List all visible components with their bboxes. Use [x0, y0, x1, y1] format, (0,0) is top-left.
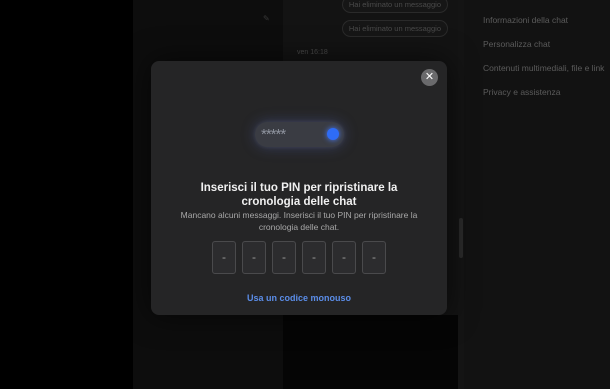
pin-digit-field[interactable]: - [272, 241, 296, 274]
use-one-time-code-link[interactable]: Usa un codice monouso [151, 293, 447, 303]
message-timestamp: ven 16:18 [297, 49, 328, 56]
pin-illustration-icon: ***** [255, 122, 344, 147]
dialog-description: Mancano alcuni messaggi. Inserisci il tu… [180, 210, 418, 232]
pin-restore-dialog: ✕ ***** Inserisci il tuo PIN per riprist… [151, 61, 447, 315]
message-bubble: Hai eliminato un messaggio [341, 20, 448, 37]
panel-item-privacy[interactable]: Privacy e assistenza [483, 87, 560, 97]
chat-details-panel: Informazioni della chat Personalizza cha… [464, 0, 610, 389]
close-icon[interactable]: ✕ [421, 69, 438, 86]
panel-item-media[interactable]: Contenuti multimediali, file e link [483, 63, 604, 73]
pin-cursor-dot [327, 128, 339, 140]
pin-digit-field[interactable]: - [242, 241, 266, 274]
dialog-title: Inserisci il tuo PIN per ripristinare la… [200, 182, 398, 208]
pin-digit-field[interactable]: - [362, 241, 386, 274]
left-rail [0, 0, 133, 389]
masked-pin-text: ***** [261, 126, 286, 143]
pin-digit-field[interactable]: - [332, 241, 356, 274]
compose-icon: ✎ [263, 14, 270, 23]
panel-item-chat-info[interactable]: Informazioni della chat [483, 15, 568, 25]
message-bubble: Hai eliminato un messaggio [341, 0, 448, 13]
composer-area [283, 315, 458, 389]
pin-input-row: - - - - - - [212, 241, 388, 274]
scrollbar-thumb[interactable] [459, 218, 463, 258]
pin-digit-field[interactable]: - [212, 241, 236, 274]
pin-digit-field[interactable]: - [302, 241, 326, 274]
panel-item-customize[interactable]: Personalizza chat [483, 39, 550, 49]
